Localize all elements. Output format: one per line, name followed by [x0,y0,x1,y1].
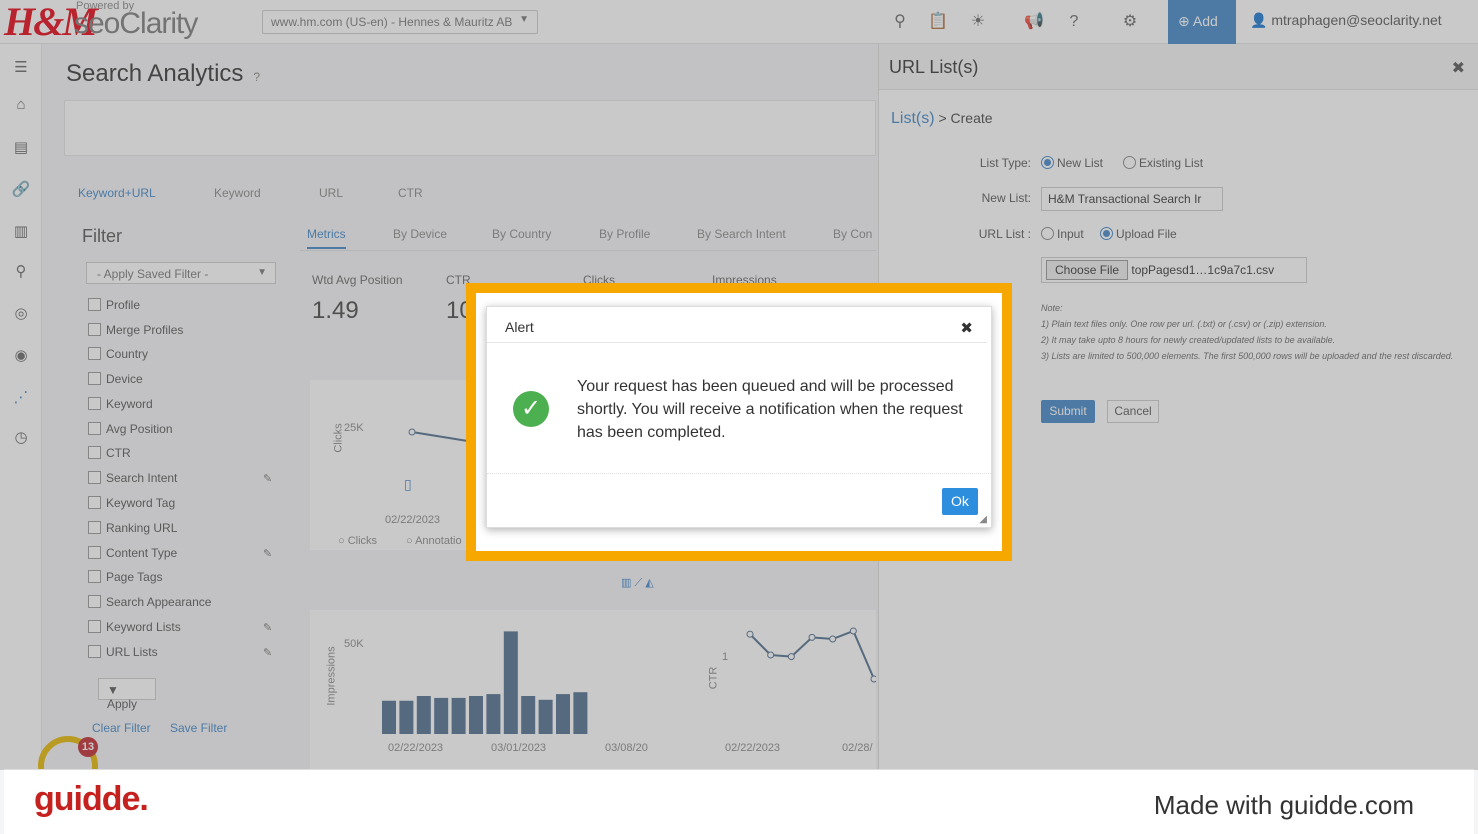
guidde-logo: guidde. [34,780,149,818]
made-with-label: Made with guidde.com [1153,790,1414,820]
footer-bar: guidde. Made with guidde.com [4,769,1474,834]
highlight-frame [466,283,1012,561]
